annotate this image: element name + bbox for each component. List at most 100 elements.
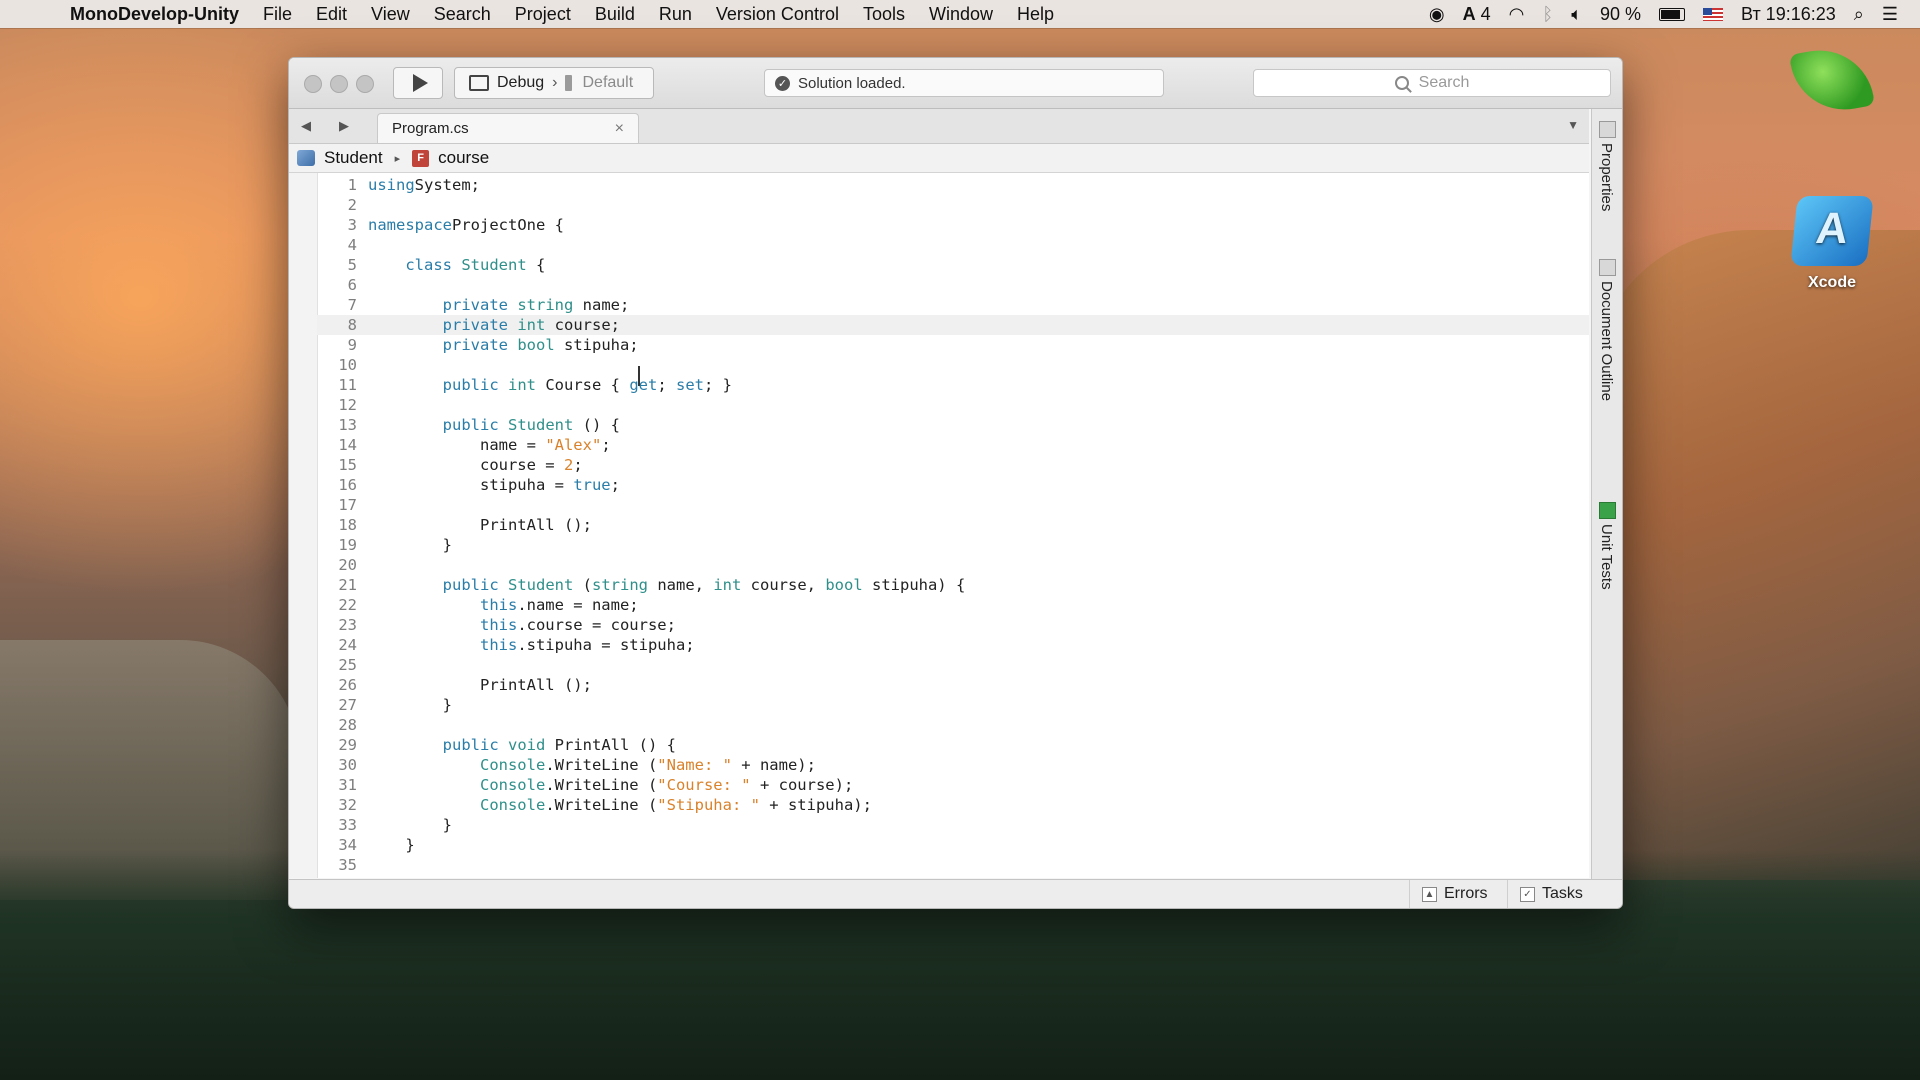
code-line[interactable]: 24 this.stipuha = stipuha; xyxy=(317,635,1589,655)
device-icon xyxy=(565,75,573,91)
bottom-pad-bar: ▲ Errors ✓ Tasks xyxy=(289,879,1622,908)
code-line[interactable]: 2 xyxy=(317,195,1589,215)
code-line[interactable]: 5 class Student { xyxy=(317,255,1589,275)
code-line[interactable]: 10 xyxy=(317,355,1589,375)
code-line[interactable]: 20 xyxy=(317,555,1589,575)
code-line[interactable]: 19 } xyxy=(317,535,1589,555)
code-line[interactable]: 8 private int course; xyxy=(317,315,1589,335)
code-line[interactable]: 25 xyxy=(317,655,1589,675)
menu-window[interactable]: Window xyxy=(929,4,993,25)
pad-tab-document-outline[interactable]: Document Outline xyxy=(1598,281,1615,401)
tab-program-cs[interactable]: Program.cs × xyxy=(377,113,639,143)
code-line[interactable]: 33 } xyxy=(317,815,1589,835)
menu-edit[interactable]: Edit xyxy=(316,4,347,25)
code-line[interactable]: 13 public Student () { xyxy=(317,415,1589,435)
line-text: Console.WriteLine ("Stipuha: " + stipuha… xyxy=(479,796,872,814)
line-text: PrintAll (); xyxy=(368,516,592,534)
breadcrumb-member[interactable]: course xyxy=(438,148,489,168)
code-lines[interactable]: 1 usingSystem; 2 3 namespaceProjectOne {4 5 c… xyxy=(317,175,1589,875)
mouse-ibeam-cursor xyxy=(638,366,640,386)
code-line[interactable]: 14 name = "Alex"; xyxy=(317,435,1589,455)
line-text: } xyxy=(368,696,452,714)
errors-pad-button[interactable]: ▲ Errors xyxy=(1409,880,1500,908)
ide-window: Debug › Default ✓ Solution loaded. Searc… xyxy=(288,57,1623,909)
code-line[interactable]: 11 public int Course { get; set; } xyxy=(317,375,1589,395)
code-line[interactable]: 1 usingSystem; xyxy=(317,175,1589,195)
pad-tab-properties[interactable]: Properties xyxy=(1598,143,1615,211)
code-line[interactable]: 16 stipuha = true; xyxy=(317,475,1589,495)
menu-build[interactable]: Build xyxy=(595,4,635,25)
pad-tab-unit-tests[interactable]: Unit Tests xyxy=(1598,524,1615,590)
desktop-icon-xcode[interactable]: Xcode xyxy=(1790,196,1874,292)
breadcrumb-class[interactable]: Student xyxy=(324,148,383,168)
code-line[interactable]: 32 Console.WriteLine ("Stipuha: " + stip… xyxy=(317,795,1589,815)
code-line[interactable]: 4 xyxy=(317,235,1589,255)
code-line[interactable]: 28 xyxy=(317,715,1589,735)
code-line[interactable]: 21 public Student (string name, int cour… xyxy=(317,575,1589,595)
code-line[interactable]: 27 } xyxy=(317,695,1589,715)
code-line[interactable]: 7 private string name; xyxy=(317,295,1589,315)
line-number: 34 xyxy=(338,836,357,854)
volume-icon[interactable]: 🔈︎ xyxy=(1571,4,1582,25)
app-menu[interactable]: MonoDevelop-Unity xyxy=(70,4,239,25)
run-button[interactable] xyxy=(393,67,443,99)
tasks-label: Tasks xyxy=(1542,885,1583,902)
nav-back-icon[interactable]: ◀ xyxy=(301,118,311,134)
code-line[interactable]: 30 Console.WriteLine ("Name: " + name); xyxy=(317,755,1589,775)
window-close-button[interactable] xyxy=(304,75,322,93)
menu-view[interactable]: View xyxy=(371,4,410,25)
code-line[interactable]: 6 xyxy=(317,275,1589,295)
line-text: Console.WriteLine ("Course: " + course); xyxy=(479,776,854,794)
line-number: 12 xyxy=(338,396,357,414)
record-icon[interactable]: ◉ xyxy=(1429,4,1445,25)
tab-close-icon[interactable]: × xyxy=(615,120,624,138)
right-pad-bar: Properties Document Outline Unit Tests xyxy=(1591,109,1622,879)
class-icon xyxy=(297,150,315,166)
code-line[interactable]: 31 Console.WriteLine ("Course: " + cours… xyxy=(317,775,1589,795)
line-text: PrintAll (); xyxy=(368,676,592,694)
code-line[interactable]: 15 course = 2; xyxy=(317,455,1589,475)
wifi-icon[interactable]: ◠ xyxy=(1509,4,1525,25)
code-line[interactable]: 3 namespaceProjectOne { xyxy=(317,215,1589,235)
window-zoom-button[interactable] xyxy=(356,75,374,93)
document-tabbar: ◀ ▶ Program.cs × ▼ xyxy=(289,109,1589,144)
notification-center-icon[interactable]: ☰ xyxy=(1882,4,1898,25)
code-line[interactable]: 23 this.course = course; xyxy=(317,615,1589,635)
menubar: MonoDevelop-Unity File Edit View Search … xyxy=(0,0,1920,28)
line-text: public int Course { get; set; } xyxy=(442,376,732,394)
code-line[interactable]: 22 this.name = name; xyxy=(317,595,1589,615)
code-line[interactable]: 12 xyxy=(317,395,1589,415)
nav-forward-icon[interactable]: ▶ xyxy=(339,118,349,134)
desktop-icon-leaf-app[interactable] xyxy=(1789,41,1875,119)
line-number: 22 xyxy=(338,596,357,614)
menu-project[interactable]: Project xyxy=(515,4,571,25)
code-line[interactable]: 9 private bool stipuha; xyxy=(317,335,1589,355)
bluetooth-icon[interactable]: ᛒ xyxy=(1542,4,1553,25)
code-line[interactable]: 18 PrintAll (); xyxy=(317,515,1589,535)
line-number: 6 xyxy=(347,276,357,294)
code-line[interactable]: 29 public void PrintAll () { xyxy=(317,735,1589,755)
menu-tools[interactable]: Tools xyxy=(863,4,905,25)
code-line[interactable]: 26 PrintAll (); xyxy=(317,675,1589,695)
menu-help[interactable]: Help xyxy=(1017,4,1054,25)
tab-list-dropdown-icon[interactable]: ▼ xyxy=(1567,118,1579,132)
tasks-pad-button[interactable]: ✓ Tasks xyxy=(1507,880,1595,908)
battery-icon[interactable] xyxy=(1659,7,1686,21)
clock[interactable]: Вт 19:16:23 xyxy=(1741,4,1836,25)
code-editor[interactable]: 1 usingSystem; 2 3 namespaceProjectOne {4 5 c… xyxy=(289,173,1589,878)
window-minimize-button[interactable] xyxy=(330,75,348,93)
code-line[interactable]: 17 xyxy=(317,495,1589,515)
code-line[interactable]: 35 xyxy=(317,855,1589,875)
menu-search[interactable]: Search xyxy=(434,4,491,25)
configuration-selector[interactable]: Debug › Default xyxy=(454,67,654,99)
line-text: stipuha = true; xyxy=(368,476,620,494)
menu-version-control[interactable]: Version Control xyxy=(716,4,839,25)
spotlight-icon[interactable]: ⌕ xyxy=(1854,4,1864,25)
line-number: 17 xyxy=(338,496,357,514)
code-line[interactable]: 34 } xyxy=(317,835,1589,855)
menu-file[interactable]: File xyxy=(263,4,292,25)
search-input[interactable]: Search xyxy=(1253,69,1611,97)
menu-run[interactable]: Run xyxy=(659,4,692,25)
flag-us-icon[interactable] xyxy=(1703,7,1724,21)
adobe-icon[interactable]: A 4 xyxy=(1463,4,1491,25)
